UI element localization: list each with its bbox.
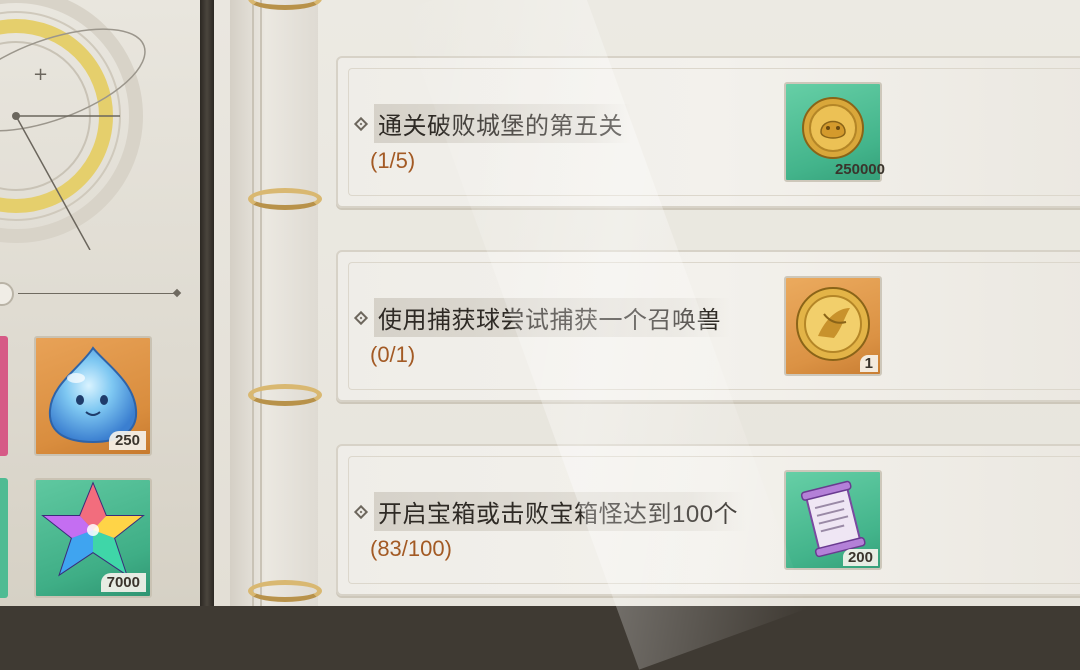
partial-item-slot[interactable] (0, 336, 8, 456)
task-title-row: 通关破败城堡的第五关 (353, 104, 631, 143)
task-title: 开启宝箱或击败宝箱怪达到100个 (374, 492, 747, 531)
diamond-bullet-icon (353, 116, 369, 131)
diamond-bullet-icon (353, 504, 369, 519)
item-slot-slime[interactable]: 250 (34, 336, 152, 456)
reward-item[interactable]: 250000 (784, 82, 885, 182)
partial-item-slot[interactable] (0, 478, 8, 598)
binder-spine (230, 0, 322, 606)
task-progress: (83/100) (370, 536, 452, 561)
task-title-row: 使用捕获球尝试捕获一个召唤兽 (353, 298, 729, 337)
item-count: 7000 (100, 573, 146, 592)
spine-line (260, 0, 262, 606)
compass-dial-icon: + (0, 0, 146, 250)
binder-ring-icon (248, 188, 322, 210)
panel-divider (200, 0, 214, 606)
reward-item[interactable]: 200 (784, 470, 882, 570)
task-card[interactable]: 通关破败城堡的第五关 (1/5) 250000 (336, 56, 1080, 208)
reward-quantity: 200 (842, 549, 878, 566)
spine-line (252, 0, 254, 606)
slider-end-icon (172, 288, 182, 298)
binder-ring-icon (248, 580, 322, 602)
quest-binder: 通关破败城堡的第五关 (1/5) 250000 使用捕获球尝试捕获一个召唤兽 (… (214, 0, 1080, 670)
reward-item[interactable]: 1 (784, 276, 882, 376)
left-panel: + 250 7000 (0, 0, 200, 606)
slider-knob[interactable] (0, 282, 14, 306)
reward-quantity: 250000 (834, 161, 885, 178)
item-count: 250 (108, 431, 146, 450)
binder-ring-icon (248, 384, 322, 406)
task-title: 使用捕获球尝试捕获一个召唤兽 (374, 298, 729, 337)
reward-quantity: 1 (859, 355, 878, 372)
task-card[interactable]: 开启宝箱或击败宝箱怪达到100个 (83/100) 200 (336, 444, 1080, 596)
task-title-row: 开启宝箱或击败宝箱怪达到100个 (353, 492, 747, 531)
task-title: 通关破败城堡的第五关 (374, 104, 631, 143)
task-card[interactable]: 使用捕获球尝试捕获一个召唤兽 (0/1) 1 (336, 250, 1080, 402)
diamond-bullet-icon (353, 310, 369, 325)
task-progress: (0/1) (370, 342, 416, 367)
slider-track[interactable] (18, 293, 176, 294)
item-slot-crystal[interactable]: 7000 (34, 478, 152, 598)
svg-text:+: + (33, 64, 48, 85)
task-progress: (1/5) (370, 148, 416, 173)
